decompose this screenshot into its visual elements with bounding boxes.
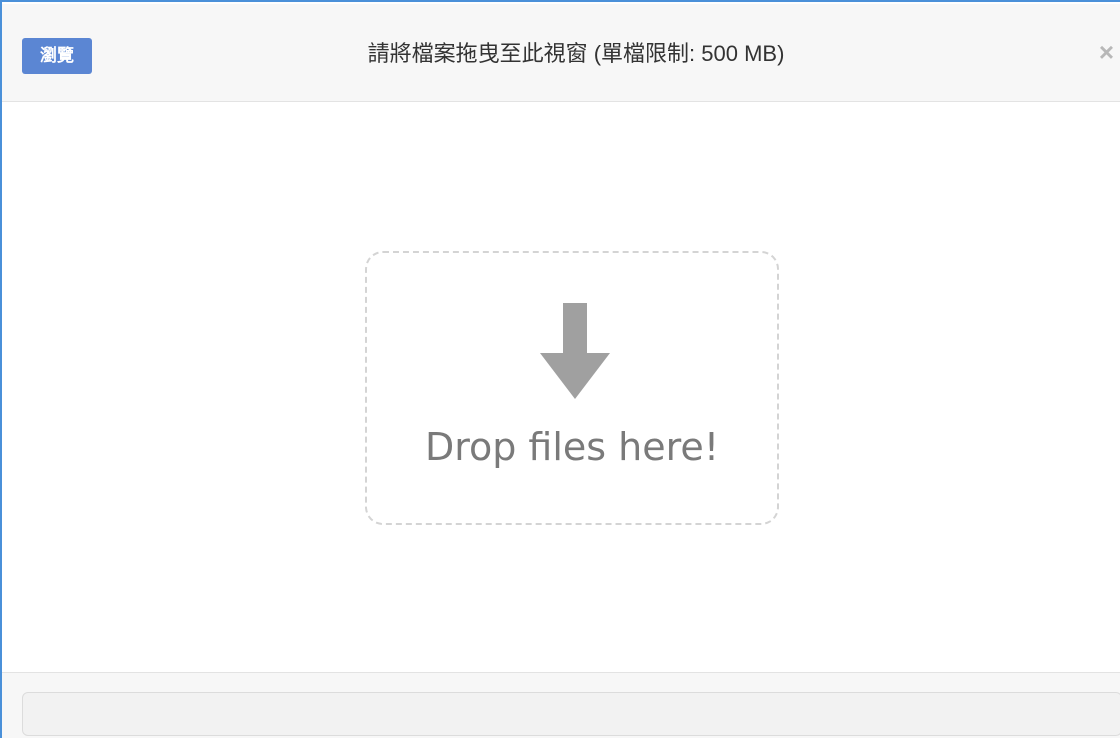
down-arrow-icon bbox=[540, 303, 610, 399]
dialog-header: 瀏覽 請將檔案拖曳至此視窗 (單檔限制: 500 MB) × bbox=[2, 4, 1120, 102]
upload-progress-bar bbox=[22, 692, 1120, 736]
drop-zone-area[interactable]: Drop files here! bbox=[2, 102, 1120, 672]
browse-button[interactable]: 瀏覽 bbox=[22, 38, 92, 74]
drop-zone[interactable]: Drop files here! bbox=[365, 251, 779, 525]
drop-zone-label: Drop files here! bbox=[424, 425, 720, 469]
dialog-title: 請將檔案拖曳至此視窗 (單檔限制: 500 MB) bbox=[367, 41, 785, 66]
upload-dialog: 瀏覽 請將檔案拖曳至此視窗 (單檔限制: 500 MB) × Drop file… bbox=[0, 0, 1120, 738]
dialog-footer bbox=[2, 672, 1120, 738]
close-icon[interactable]: × bbox=[1099, 34, 1114, 70]
